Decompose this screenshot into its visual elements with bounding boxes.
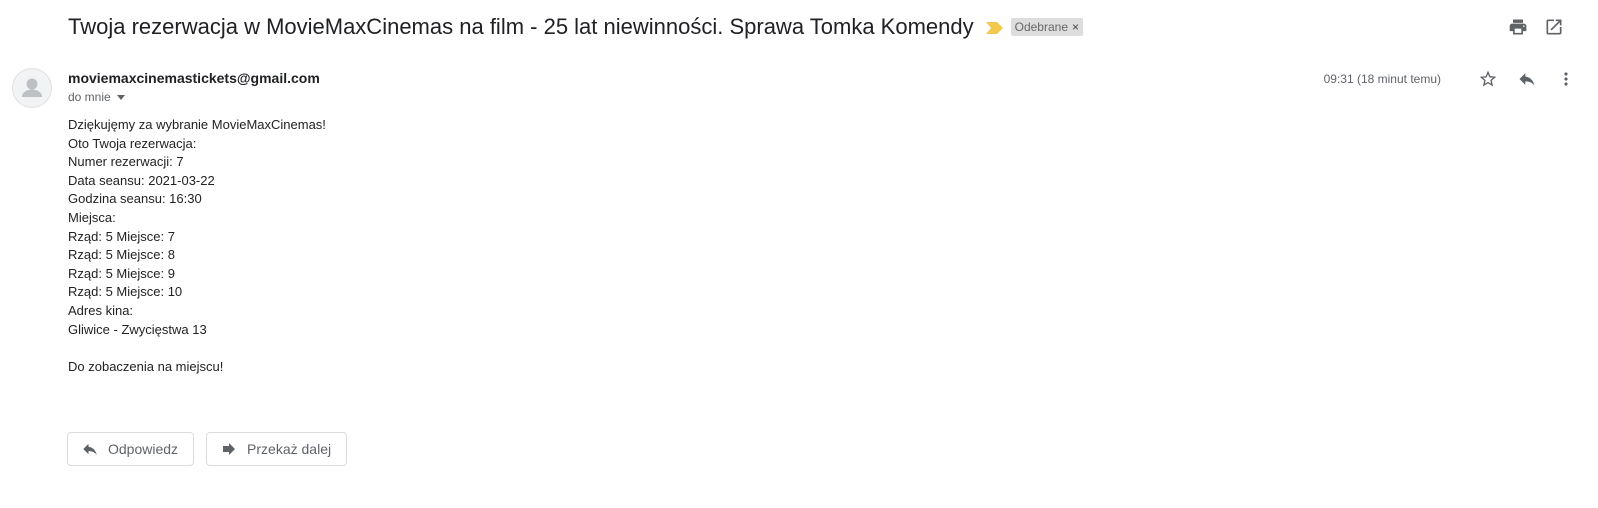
body-line	[68, 339, 326, 358]
body-line: Rząd: 5 Miejsce: 9	[68, 265, 175, 281]
body-line: Rząd: 5 Miejsce: 7	[68, 228, 175, 244]
star-icon[interactable]	[1476, 67, 1500, 91]
body-line: Numer rezerwacji: 7	[68, 154, 184, 170]
body-line: Gliwice - Zwycięstwa 13	[68, 321, 207, 337]
sender-address[interactable]: moviemaxcinemastickets@gmail.com	[68, 70, 320, 86]
reply-button-label: Odpowiedz	[108, 441, 179, 457]
print-icon[interactable]	[1508, 17, 1528, 37]
reply-icon	[81, 440, 99, 458]
reply-button[interactable]: Odpowiedz	[67, 432, 195, 466]
body-line: Rząd: 5 Miejsce: 8	[68, 247, 175, 263]
remove-label-button[interactable]: ×	[1072, 18, 1079, 36]
forward-button[interactable]: Przekaż dalej	[206, 432, 348, 466]
message-body: Dziękujęmy za wybranie MovieMaxCinemas! …	[68, 116, 326, 376]
body-line: Do zobaczenia na miejscu!	[68, 358, 224, 374]
label-chip-text: Odebrane	[1014, 20, 1068, 34]
importance-marker-icon[interactable]	[985, 21, 1003, 34]
forward-icon	[220, 440, 238, 458]
body-line: Godzina seansu: 16:30	[68, 191, 202, 207]
thread-actions	[1508, 17, 1564, 37]
more-vert-icon[interactable]	[1554, 67, 1578, 91]
reply-icon[interactable]	[1515, 67, 1539, 91]
open-in-new-window-icon[interactable]	[1544, 17, 1564, 37]
body-line: Miejsca:	[68, 209, 116, 225]
recipient-label: do mnie	[68, 90, 111, 104]
body-line: Dziękujęmy za wybranie MovieMaxCinemas!	[68, 117, 326, 132]
chevron-down-icon[interactable]	[116, 94, 125, 100]
label-chip-inbox[interactable]: Odebrane ×	[1010, 18, 1084, 36]
subject-row: Twoja rezerwacja w MovieMaxCinemas na fi…	[68, 13, 1084, 41]
recipient-details-toggle[interactable]: do mnie	[68, 90, 125, 104]
forward-button-label: Przekaż dalej	[247, 441, 332, 457]
body-line: Adres kina:	[68, 302, 134, 318]
message-timestamp: 09:31 (18 minut temu)	[1323, 72, 1441, 86]
body-line: Oto Twoja rezerwacja:	[68, 135, 197, 151]
email-subject: Twoja rezerwacja w MovieMaxCinemas na fi…	[68, 14, 974, 39]
default-avatar-icon[interactable]	[12, 68, 52, 108]
message-meta: 09:31 (18 minut temu)	[1324, 67, 1578, 91]
reply-actions: Odpowiedz Przekaż dalej	[67, 432, 348, 466]
body-line: Rząd: 5 Miejsce: 10	[68, 284, 183, 300]
body-line: Data seansu: 2021-03-22	[68, 172, 215, 188]
